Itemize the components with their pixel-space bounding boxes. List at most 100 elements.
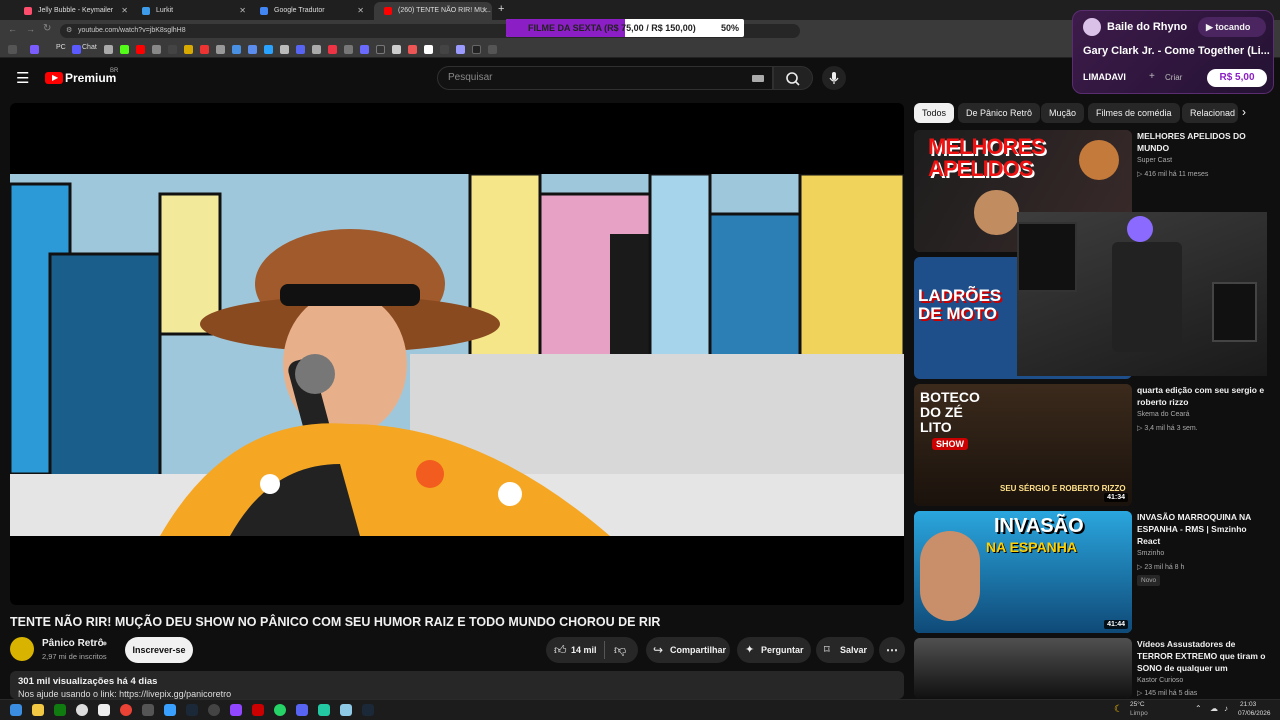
bookmark-icon[interactable] (472, 45, 481, 54)
recommendation-channel[interactable]: Kastor Curioso (1137, 677, 1183, 684)
app-icon[interactable] (76, 704, 88, 716)
cloud-icon[interactable]: ☁ (1210, 704, 1218, 713)
recommendation-title[interactable]: INVASÃO MARROQUINA NA ESPANHA - RMS | Sm… (1137, 511, 1272, 547)
recommendation-channel[interactable]: Skema do Ceará (1137, 411, 1190, 418)
search-button[interactable] (773, 66, 813, 90)
kick-icon[interactable] (120, 45, 129, 54)
keyboard-icon[interactable] (752, 75, 764, 82)
app-icon[interactable] (164, 704, 176, 716)
weather-temp[interactable]: 25°C (1130, 701, 1145, 708)
bookmark-icon[interactable] (72, 45, 81, 54)
channel-name[interactable]: Pânico Retrô (42, 638, 104, 649)
app-icon[interactable] (318, 704, 330, 716)
share-button[interactable]: ↪ Compartilhar (646, 637, 730, 663)
bookmark-icon[interactable] (440, 45, 449, 54)
xbox-icon[interactable] (54, 704, 66, 716)
more-actions-icon[interactable]: ⋯ (879, 637, 905, 663)
windows-start-icon[interactable] (10, 704, 22, 716)
bookmark-icon[interactable] (360, 45, 369, 54)
bookmark-pc[interactable]: PC (56, 44, 66, 51)
bookmark-icon[interactable] (488, 45, 497, 54)
steam-icon[interactable] (186, 704, 198, 716)
browser-tab[interactable]: Lurkit ✕ (132, 2, 250, 20)
discord-icon[interactable] (296, 704, 308, 716)
price-button[interactable]: R$ 5,00 (1207, 69, 1267, 87)
browser-tab[interactable]: Jelly Bubble - Keymailer ✕ (14, 2, 132, 20)
add-icon[interactable]: + (1149, 71, 1155, 82)
new-tab-button[interactable]: + (498, 3, 504, 15)
save-button[interactable]: ⌑ Salvar (816, 637, 874, 663)
app-icon[interactable] (142, 704, 154, 716)
video-thumbnail[interactable]: INVASÃO NA ESPANHA 41:44 (914, 511, 1132, 633)
close-icon[interactable]: ✕ (239, 2, 246, 20)
clock-date[interactable]: 07/06/2026 (1238, 710, 1271, 717)
video-thumbnail[interactable]: BOTECO DO ZÉ LITO SHOW SEU SÉRGIO E ROBE… (914, 384, 1132, 506)
forward-icon[interactable]: → (26, 24, 35, 34)
chevron-right-icon[interactable]: › (1242, 105, 1246, 119)
chip-relacionados[interactable]: Relacionad (1182, 103, 1238, 123)
description-box[interactable]: 301 mil visualizações há 4 dias Nos ajud… (10, 671, 904, 699)
chip-mucao[interactable]: Mução (1041, 103, 1085, 123)
search-input[interactable]: Pesquisar (437, 66, 773, 90)
dislike-icon[interactable]: 👎︎ (614, 637, 626, 663)
bookmark-icon[interactable] (232, 45, 241, 54)
chip-filmes-comedia[interactable]: Filmes de comédia (1088, 103, 1180, 123)
like-count[interactable]: 14 mil (571, 637, 597, 663)
back-icon[interactable]: ← (8, 24, 17, 34)
bookmark-icon[interactable] (248, 45, 257, 54)
bookmark-icon[interactable] (376, 45, 385, 54)
create-button[interactable]: Criar (1165, 73, 1182, 82)
chrome-icon[interactable] (120, 704, 132, 716)
voice-search-button[interactable] (822, 66, 846, 90)
bookmark-icon[interactable] (8, 45, 17, 54)
whatsapp-icon[interactable] (274, 704, 286, 716)
like-icon[interactable]: 👍︎ (554, 637, 567, 663)
app-icon[interactable] (208, 704, 220, 716)
chevron-up-icon[interactable]: ⌃ (1195, 704, 1202, 713)
close-icon[interactable]: ✕ (357, 2, 364, 20)
subscribe-button[interactable]: Inscrever-se (125, 637, 193, 663)
steam-icon[interactable] (362, 704, 374, 716)
file-explorer-icon[interactable] (32, 704, 44, 716)
video-thumbnail[interactable] (914, 638, 1132, 698)
app-icon[interactable] (98, 704, 110, 716)
chip-todos[interactable]: Todos (914, 103, 955, 123)
bookmark-icon[interactable] (184, 45, 193, 54)
app-icon[interactable] (252, 704, 264, 716)
twitch-icon[interactable] (230, 704, 242, 716)
bookmark-icon[interactable] (104, 45, 113, 54)
chip-panico-retro[interactable]: De Pânico Retrô (958, 103, 1041, 123)
bookmark-icon[interactable] (456, 45, 465, 54)
recommendation-channel[interactable]: Smzinho (1137, 550, 1164, 557)
menu-icon[interactable]: ☰ (16, 69, 29, 87)
recommendation-title[interactable]: quarta edição com seu sergio e roberto r… (1137, 384, 1272, 408)
ask-button[interactable]: ✦ Perguntar (737, 637, 811, 663)
browser-tab[interactable]: Google Tradutor ✕ (250, 2, 368, 20)
bookmark-icon[interactable] (392, 45, 401, 54)
bookmark-icon[interactable] (200, 45, 209, 54)
youtube-icon[interactable] (136, 45, 145, 54)
bookmark-icon[interactable] (280, 45, 289, 54)
bookmark-icon[interactable] (168, 45, 177, 54)
bookmark-icon[interactable] (152, 45, 161, 54)
bookmark-icon[interactable] (312, 45, 321, 54)
close-icon[interactable]: ✕ (481, 2, 488, 20)
bookmark-icon[interactable] (328, 45, 337, 54)
channel-avatar[interactable] (10, 637, 34, 661)
youtube-premium-logo[interactable]: Premium (65, 71, 116, 85)
bookmark-chat[interactable]: Chat (82, 44, 97, 51)
bookmark-icon[interactable] (30, 45, 39, 54)
clock-time[interactable]: 21:03 (1240, 701, 1256, 708)
recommendation-title[interactable]: MELHORES APELIDOS DO MUNDO (1137, 130, 1272, 154)
reload-icon[interactable]: ↻ (43, 23, 51, 34)
video-player[interactable] (10, 103, 904, 605)
bookmark-icon[interactable] (424, 45, 433, 54)
bookmark-icon[interactable] (216, 45, 225, 54)
browser-tab-active[interactable]: (260) TENTE NÃO RIR! MU... ✕ (374, 2, 492, 20)
bookmark-icon[interactable] (344, 45, 353, 54)
notepad-icon[interactable] (340, 704, 352, 716)
recommendation-title[interactable]: Vídeos Assustadores de TERROR EXTREMO qu… (1137, 638, 1272, 674)
site-info-icon[interactable]: ⚙ (66, 24, 72, 38)
bookmark-icon[interactable] (264, 45, 273, 54)
bookmark-icon[interactable] (408, 45, 417, 54)
